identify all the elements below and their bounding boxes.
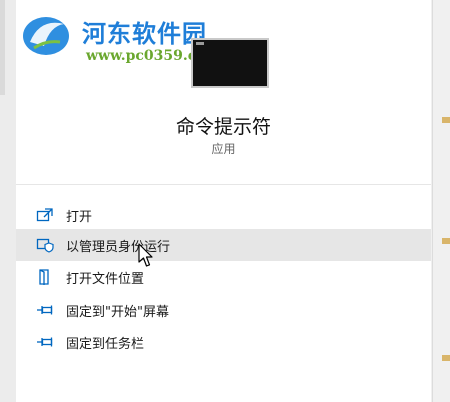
- divider: [16, 184, 431, 185]
- right-edge-marker: [442, 117, 450, 123]
- menu-item-open-file-location[interactable]: 打开文件位置: [16, 261, 431, 293]
- left-scroll-bar: [0, 0, 5, 95]
- mouse-cursor-icon: [138, 243, 153, 267]
- pin-icon: [37, 305, 53, 315]
- right-edge-marker: [442, 355, 450, 361]
- pin-icon: [37, 337, 53, 347]
- file-location-icon: [39, 269, 49, 285]
- console-window-icon: [191, 38, 269, 88]
- right-background-strip: [431, 0, 450, 402]
- app-name: 命令提示符: [175, 116, 271, 138]
- context-menu-panel: 河东软件园 www.pc0359.cn 命令提示符 应用 打开 以管理员身份运行: [16, 0, 431, 402]
- open-external-icon: [36, 208, 53, 222]
- console-caption-mark: [196, 42, 204, 45]
- right-edge-line: [432, 0, 433, 402]
- menu-item-label: 固定到任务栏: [66, 337, 145, 352]
- menu-item-run-as-admin[interactable]: 以管理员身份运行: [16, 229, 431, 261]
- run-as-admin-shield-icon: [36, 238, 54, 253]
- menu-item-label: 固定到"开始"屏幕: [66, 305, 169, 320]
- menu-item-open[interactable]: 打开: [16, 199, 431, 231]
- app-type: 应用: [211, 142, 236, 156]
- right-edge-marker: [442, 238, 450, 244]
- menu-item-pin-to-taskbar[interactable]: 固定到任务栏: [16, 326, 431, 358]
- watermark-url: www.pc0359.cn: [86, 48, 207, 64]
- menu-item-label: 打开文件位置: [66, 272, 145, 287]
- menu-item-pin-to-start[interactable]: 固定到"开始"屏幕: [16, 294, 431, 326]
- menu-item-label: 打开: [66, 210, 93, 225]
- watermark-title: 河东软件园: [82, 19, 207, 48]
- watermark-logo-icon: [23, 17, 69, 55]
- left-background-strip: [0, 0, 16, 402]
